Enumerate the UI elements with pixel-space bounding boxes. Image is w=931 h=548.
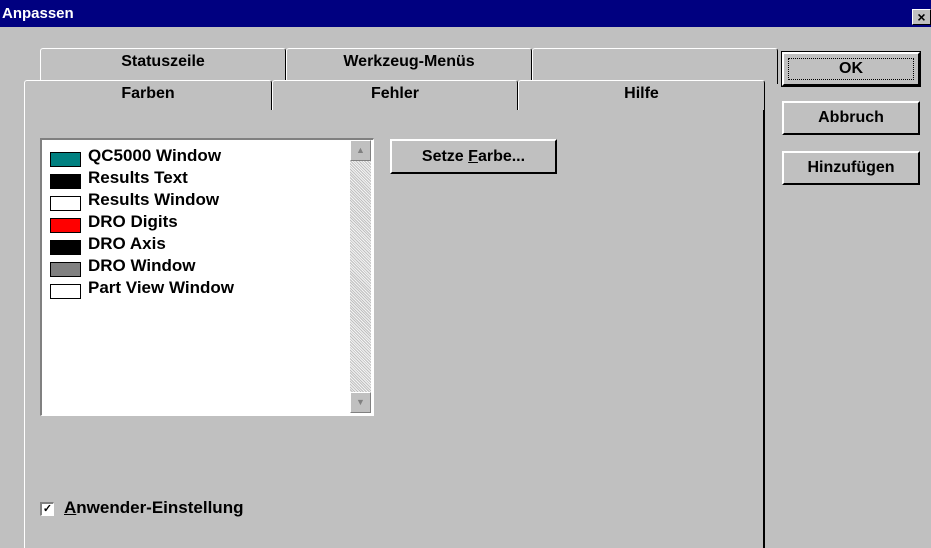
label-text: nwender-Einstellung: [76, 498, 244, 517]
arrow-up-icon: ▲: [356, 145, 365, 155]
user-setting-checkbox[interactable]: ✓: [40, 502, 54, 516]
color-swatch: [50, 262, 81, 277]
mnemonic-letter: F: [468, 148, 478, 165]
window-title: Anpassen: [2, 5, 74, 22]
list-item-label: DRO Axis: [88, 234, 166, 253]
tab-hilfe[interactable]: Hilfe: [518, 80, 765, 110]
color-swatch: [50, 240, 81, 255]
tab-label: Statuszeile: [121, 53, 205, 70]
color-swatch: [50, 152, 81, 167]
list-item-label: Results Text: [88, 168, 188, 187]
color-swatch: [50, 218, 81, 233]
tab-label: Fehler: [370, 85, 419, 102]
vertical-scrollbar[interactable]: ▲ ▼: [350, 140, 371, 413]
tab-label: Werkzeug-Menüs: [343, 53, 475, 70]
button-text: Setze: [421, 148, 469, 165]
tab-statuszeile[interactable]: Statuszeile: [40, 48, 286, 84]
user-setting-label[interactable]: Anwender-Einstellung: [64, 498, 243, 518]
cancel-button[interactable]: Abbruch: [782, 101, 920, 135]
button-text: arbe...: [477, 148, 526, 165]
close-button[interactable]: ×: [912, 9, 931, 25]
focus-rectangle: [788, 58, 914, 80]
list-item-label: DRO Window: [88, 256, 196, 275]
tab-label: Farben: [121, 85, 175, 102]
checkmark-icon: ✓: [42, 503, 53, 515]
color-swatch: [50, 284, 81, 299]
add-button[interactable]: Hinzufügen: [782, 151, 920, 185]
tab-fehler[interactable]: Fehler: [272, 80, 518, 110]
ok-button[interactable]: OK: [781, 51, 921, 87]
tab-label: Hilfe: [624, 85, 659, 102]
title-bar[interactable]: Anpassen ×: [0, 0, 931, 27]
set-color-button[interactable]: Setze Farbe...: [390, 139, 557, 174]
color-swatch: [50, 196, 81, 211]
scroll-up-button[interactable]: ▲: [350, 140, 371, 161]
scroll-down-button[interactable]: ▼: [350, 392, 371, 413]
arrow-down-icon: ▼: [356, 397, 365, 407]
tab-werkzeug-menues[interactable]: Werkzeug-Menüs: [286, 48, 532, 84]
list-item-label: Results Window: [88, 190, 220, 209]
tab-farben[interactable]: Farben: [24, 80, 272, 110]
tab-label: [533, 49, 777, 53]
list-item-label: QC5000 Window: [88, 146, 222, 165]
list-item-label: DRO Digits: [88, 212, 178, 231]
button-text: Abbruch: [818, 109, 884, 126]
list-item-label: Part View Window: [88, 278, 234, 297]
color-listbox[interactable]: QC5000 Window Results Text Results Windo…: [40, 138, 374, 416]
button-text: Hinzufügen: [807, 159, 895, 176]
mnemonic-letter: A: [64, 498, 77, 517]
tab-empty[interactable]: [532, 48, 778, 84]
color-swatch: [50, 174, 81, 189]
